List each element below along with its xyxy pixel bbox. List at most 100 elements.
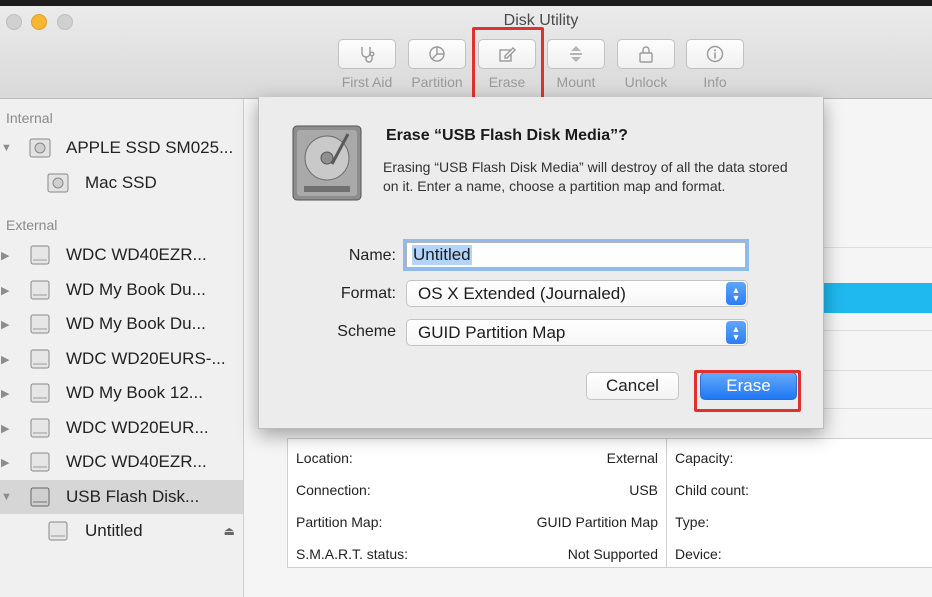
scheme-label: Scheme [337,323,396,340]
mount-arrows-icon [570,46,582,62]
volume-icon [47,173,69,193]
selection-strip [822,283,932,313]
sidebar-item-external-disk[interactable]: ▶ WDC WD20EURS-... [0,342,243,376]
disclosure-triangle-icon[interactable]: ▶ [1,387,9,400]
cancel-button[interactable]: Cancel [586,372,679,400]
row-key: S.M.A.R.T. status: [296,546,409,562]
dialog-title: Erase “USB Flash Disk Media”? [386,127,628,144]
disclosure-triangle-icon[interactable]: ▶ [1,284,9,297]
popup-stepper-icon[interactable]: ▲ ▼ [726,282,746,305]
sidebar-item-external-disk[interactable]: ▶ WDC WD40EZR... [0,445,243,479]
sidebar-item-external-disk[interactable]: ▶ WDC WD20EUR... [0,411,243,445]
format-label: Format: [340,285,396,302]
toolbar-unlock[interactable]: Unlock [615,39,677,90]
external-disk-icon [30,349,50,369]
row-value: External [606,450,658,466]
dialog-message: Erasing “USB Flash Disk Media” will dest… [383,159,788,194]
panel-divider [822,330,932,331]
sidebar-item-mac-ssd[interactable]: Mac SSD [0,166,243,200]
name-label: Name: [348,247,396,264]
eject-icon[interactable]: ⏏ [224,524,235,538]
internal-disk-icon [29,138,51,158]
row-value: GUID Partition Map [536,514,658,530]
lock-icon [639,46,653,63]
sidebar-item-label: WDC WD20EUR... [66,418,209,437]
format-select-value: OS X Extended (Journaled) [418,283,626,303]
sidebar-item-label: WD My Book 12... [66,383,203,402]
sidebar-item-label: Untitled [85,521,143,540]
sidebar-item-apple-ssd[interactable]: ▼ APPLE SSD SM025... [0,131,243,165]
row-value: USB [629,482,658,498]
sidebar-item-label: USB Flash Disk... [66,487,200,506]
row-key: Capacity: [675,450,734,466]
panel-divider [822,370,932,371]
sidebar-item-external-disk[interactable]: ▶ WDC WD40EZR... [0,238,243,272]
disclosure-triangle-icon[interactable]: ▼ [1,491,12,503]
external-disk-icon [30,418,50,438]
sidebar-item-label: WDC WD40EZR... [66,245,207,264]
row-key: Connection: [296,482,371,498]
external-disk-icon [30,452,50,472]
toolbar-info[interactable]: Info [684,39,746,90]
partition-button[interactable] [408,39,466,69]
partition-label: Partition [411,74,463,90]
sidebar-item-external-disk[interactable]: ▶ WD My Book 12... [0,376,243,410]
first-aid-button[interactable] [338,39,396,69]
panel-divider [822,247,932,248]
table-row: Location: External Capacity: [288,441,932,473]
table-row: Partition Map: GUID Partition Map Type: [288,505,932,537]
internal-header: Internal [6,110,53,126]
external-disk-icon [30,487,50,507]
toolbar-partition[interactable]: Partition [406,39,468,90]
row-value: Not Supported [567,546,658,562]
toolbar-first-aid[interactable]: First Aid [336,39,398,90]
info-icon [706,45,724,63]
disclosure-triangle-icon[interactable]: ▼ [1,142,12,154]
table-row: S.M.A.R.T. status: Not Supported Device: [288,537,932,569]
format-select[interactable]: OS X Extended (Journaled) ▲ ▼ [406,280,748,307]
row-key: Partition Map: [296,514,383,530]
disclosure-triangle-icon[interactable]: ▶ [1,456,9,469]
scheme-select[interactable]: GUID Partition Map ▲ ▼ [406,319,748,346]
unlock-button[interactable] [617,39,675,69]
sidebar-item-label: Mac SSD [85,173,157,192]
hard-drive-icon [292,125,362,201]
sidebar-item-external-disk[interactable]: ▶ WD My Book Du... [0,307,243,341]
disclosure-triangle-icon[interactable]: ▶ [1,318,9,331]
mount-button[interactable] [547,39,605,69]
info-button[interactable] [686,39,744,69]
info-table: Location: External Capacity: Connection:… [287,438,932,568]
disclosure-triangle-icon[interactable]: ▶ [1,422,9,435]
table-row: Connection: USB Child count: [288,473,932,505]
volume-icon [48,521,68,541]
unlock-label: Unlock [624,74,668,90]
sidebar-item-label: WDC WD40EZR... [66,452,207,471]
stethoscope-icon [361,47,375,63]
disclosure-triangle-icon[interactable]: ▶ [1,249,9,262]
external-disk-icon [30,314,50,334]
window-title: Disk Utility [503,12,579,29]
panel-divider [822,408,932,409]
external-disk-icon [30,280,50,300]
external-disk-icon [30,245,50,265]
mount-label: Mount [556,74,596,90]
disclosure-triangle-icon[interactable]: ▶ [1,353,9,366]
erase-confirm-highlight-box [694,370,801,412]
row-key: Type: [675,514,710,530]
sidebar-item-usb-flash-disk[interactable]: ▼ USB Flash Disk... [0,480,243,514]
row-key: Child count: [675,482,749,498]
name-input[interactable]: Untitled [406,242,746,268]
toolbar-mount[interactable]: Mount [545,39,607,90]
popup-stepper-icon[interactable]: ▲ ▼ [726,321,746,344]
sidebar-item-label: APPLE SSD SM025... [66,138,234,157]
sidebar-item-untitled-volume[interactable]: Untitled ⏏ [0,514,243,548]
info-label: Info [703,74,727,90]
name-input-value: Untitled [412,245,472,265]
sidebar-item-external-disk[interactable]: ▶ WD My Book Du... [0,273,243,307]
sidebar: Internal ▼ APPLE SSD SM025... Mac SSD Ex… [0,99,244,597]
row-key: Device: [675,546,722,562]
sidebar-item-label: WD My Book Du... [66,314,206,333]
external-disk-icon [30,383,50,403]
row-key: Location: [296,450,353,466]
sidebar-item-label: WDC WD20EURS-... [66,349,226,368]
